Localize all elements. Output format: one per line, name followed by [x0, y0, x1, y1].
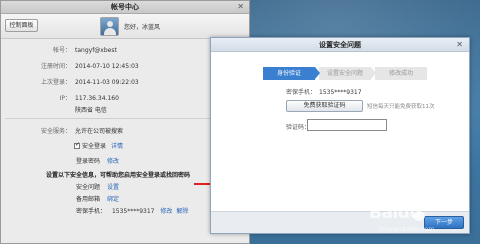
field-label: IP： — [59, 95, 71, 102]
field-row-location: 陕西省 电信 — [11, 105, 107, 114]
field-label: 上次登录： — [40, 79, 71, 86]
field-row-ip: IP： 117.36.34.160 — [11, 93, 119, 102]
secure-login-checkbox[interactable] — [74, 141, 80, 149]
field-row-account: 帐号： tangyf@xbest — [11, 45, 117, 54]
dialog-phone-row: 密保手机： 1535****9317 — [286, 87, 362, 96]
account-header: 控制面板 您好，冰蓝风 — [1, 14, 249, 39]
dialog-phone-value: 1535****9317 — [319, 89, 362, 96]
security-warning: 设置以下安全信息，可帮助您启用安全登录或找回密码 — [46, 172, 191, 179]
field-label: 注册时间： — [40, 63, 71, 70]
close-icon[interactable]: ✕ — [456, 40, 463, 49]
login-password-modify-link[interactable]: 修改 — [107, 158, 119, 165]
field-value: 2014-07-10 12:45:03 — [75, 63, 139, 70]
secure-phone-row: 密保手机： 1535****9317 修改 解除 — [76, 206, 188, 215]
divider — [5, 118, 245, 119]
secure-phone-value: 1535****9317 — [111, 208, 155, 215]
dialog-phone-label: 密保手机： — [286, 89, 317, 96]
account-window-titlebar: 帐号中心 ✕ — [1, 1, 249, 14]
backup-email-row: 备用邮箱 绑定 — [76, 194, 119, 203]
secure-login-label: 安全登录 — [82, 143, 107, 150]
dialog-titlebar: 设置安全问题 ✕ — [211, 38, 469, 52]
backup-email-label: 备用邮箱 — [76, 196, 101, 203]
security-question-row: 安全问题 设置 — [76, 182, 119, 191]
secure-phone-label: 密保手机： — [76, 208, 107, 215]
security-service-label: 安全服务： — [40, 128, 71, 135]
secure-phone-unbind-link[interactable]: 解除 — [176, 208, 188, 215]
sms-limit-note: 短信每天只能免费获取11次 — [367, 104, 435, 110]
watermark-sub: jingyan.baidu.com — [379, 226, 435, 233]
login-password-row: 登录密码 修改 — [76, 156, 119, 165]
account-window-title: 帐号中心 — [111, 3, 139, 11]
watermark-brand: Baidu — [369, 203, 422, 223]
close-icon[interactable]: ✕ — [237, 2, 244, 11]
field-row-register-time: 注册时间： 2014-07-10 12:45:03 — [11, 61, 139, 70]
get-sms-code-button[interactable]: 免费获取验证码 — [286, 100, 363, 112]
progress-steps: 身份验证 设置安全问题 修改成功 — [263, 67, 427, 80]
step-set-security-question: 设置安全问题 — [319, 67, 376, 80]
secure-login-details-link[interactable]: 详情 — [111, 143, 123, 150]
security-service-row: 安全服务： 允许在公司被搜索 — [11, 126, 123, 135]
field-value: 2014-11-03 09:22:03 — [75, 79, 139, 86]
verification-code-input[interactable] — [307, 119, 387, 131]
backup-email-bind-link[interactable]: 绑定 — [107, 196, 119, 203]
user-greeting: 您好，冰蓝风 — [124, 24, 161, 31]
field-value: 117.36.34.160 — [75, 95, 119, 102]
security-question-label: 安全问题 — [76, 184, 101, 191]
security-question-set-link[interactable]: 设置 — [107, 184, 119, 191]
field-row-last-login: 上次登录： 2014-11-03 09:22:03 — [11, 77, 139, 86]
secure-login-row: 安全登录 详情 — [74, 141, 123, 150]
avatar — [100, 17, 119, 36]
security-service-value: 允许在公司被搜索 — [75, 128, 124, 135]
field-value: 陕西省 电信 — [75, 107, 107, 114]
secure-phone-modify-link[interactable]: 修改 — [160, 208, 172, 215]
step-identity-verification: 身份验证 — [263, 67, 320, 80]
step-modify-success: 修改成功 — [375, 67, 427, 80]
baidu-watermark: Baidu jingyan.baidu.com — [345, 200, 475, 240]
field-value: tangyf@xbest — [75, 47, 117, 54]
login-password-label: 登录密码 — [76, 158, 101, 165]
field-label: 帐号： — [52, 47, 71, 54]
dialog-title: 设置安全问题 — [319, 41, 361, 49]
control-panel-button[interactable]: 控制面板 — [5, 19, 38, 32]
